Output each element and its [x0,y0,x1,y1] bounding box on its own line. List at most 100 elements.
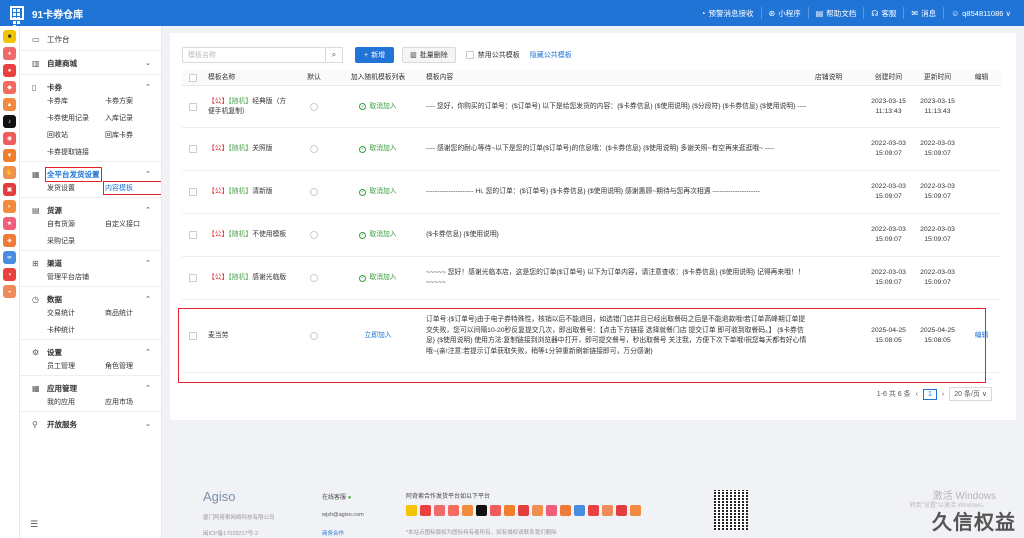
page-size-select[interactable]: 20 条/页 ∨ [949,387,992,401]
next-page-button[interactable]: › [942,391,944,398]
app-icon-12[interactable]: ★ [3,217,16,230]
footer-partner-link[interactable]: 商务合作 [322,529,344,537]
cancel-join-button[interactable]: ✓ 取消加入 [359,102,397,112]
disable-public-checkbox[interactable]: 禁用公共模板 [465,50,520,60]
sidebar-item-return-card[interactable]: 回库卡券 [105,130,161,140]
top-message-link[interactable]: ✉ 消息 [903,7,943,19]
top-miniprogram-link[interactable]: ⊛ 小程序 [760,7,808,19]
sidebar-workbench[interactable]: ▭ 工作台 [20,26,161,51]
app-icon-11[interactable]: ◐ [3,200,16,213]
add-button[interactable]: + 新增 [355,47,395,63]
app-icon-1[interactable]: ■ [3,30,16,43]
sidebar-item-roles[interactable]: 角色管理 [105,361,161,371]
app-icon-13[interactable]: ◈ [3,234,16,247]
card-icon: ▯ [32,82,37,92]
sidebar-group-source-header[interactable]: ▤ 货源 ⌃ [20,203,161,217]
top-help-link[interactable]: ▤ 帮助文档 [807,7,864,19]
sidebar-group-card: ▯ 卡券 ⌃ 卡券库 卡券方案 卡券使用记录 入库记录 回收站 回库卡券 卡券提取链… [20,75,161,162]
sidebar-group-settings: ⚙ 设置 ⌃ 员工管理 角色管理 [20,340,161,376]
default-radio[interactable] [310,188,318,196]
page-1-button[interactable]: 1 [923,388,937,400]
sidebar-item-purchase-record[interactable]: 采购记录 [47,236,105,246]
thumb-icon[interactable]: ✋ [3,166,16,179]
app-icon-3[interactable]: ● [3,64,16,77]
prev-page-button[interactable]: ‹ [916,391,918,398]
footer-icp[interactable]: 闽ICP备17029217号-2 [203,529,258,537]
row-checkbox[interactable] [189,231,197,239]
app-icon-14[interactable]: ∞ [3,251,16,264]
row-checkbox[interactable] [189,188,197,196]
tiktok-icon[interactable]: ♪ [3,115,16,128]
sidebar-item-my-apps[interactable]: 我的应用 [47,397,105,407]
sidebar-item-product-stats[interactable]: 商品统计 [105,308,161,318]
app-icon-5[interactable]: ▲ [3,98,16,111]
platform-icon-12 [560,505,571,516]
default-radio[interactable] [310,102,318,111]
sidebar-item-trade-stats[interactable]: 交易统计 [47,308,105,318]
sidebar-group-apps-header[interactable]: ▦ 应用管理 ⌃ [20,381,161,395]
row-checkbox[interactable] [189,102,197,111]
sidebar-item-app-market[interactable]: 应用市场 [105,397,161,407]
collapse-sidebar-icon[interactable]: ☰ [30,519,38,530]
join-now-button[interactable]: 立即加入 [334,331,422,341]
cancel-join-button[interactable]: ✓ 取消加入 [359,230,397,240]
default-radio[interactable] [310,231,318,239]
row-checkbox[interactable] [189,274,197,282]
sidebar-group-settings-header[interactable]: ⚙ 设置 ⌃ [20,345,161,359]
default-radio[interactable] [310,145,318,153]
search-button[interactable]: ⌕ [326,47,343,63]
footer-online-service[interactable]: 在线客服 ● [322,492,351,501]
app-icon-16[interactable]: ◒ [3,285,16,298]
sidebar-group-open[interactable]: ⚲ 开放服务 ⌄ [20,412,161,435]
sidebar-group-source: ▤ 货源 ⌃ 自有货源 自定义接口 采购记录 [20,198,161,251]
headset-icon: ☊ [871,8,879,18]
tiktok-icon [476,505,487,516]
top-alert-link[interactable]: ◔ 预警消息接收 [694,7,761,19]
app-icon-7[interactable]: ◉ [3,132,16,145]
app-icon-4[interactable]: ◆ [3,81,16,94]
select-all-checkbox[interactable] [189,74,197,82]
sidebar-item-manage-shops[interactable]: 管理平台店铺 [47,272,105,282]
platform-icon-16 [616,505,627,516]
chevron-up-icon: ⌃ [145,171,151,178]
sidebar-group-delivery-header[interactable]: ▦ 全平台发货设置 ⌃ [20,166,161,182]
sidebar-item-card-usage[interactable]: 卡券使用记录 [47,113,105,123]
default-radio[interactable] [310,274,318,282]
sidebar-item-staff[interactable]: 员工管理 [47,361,105,371]
default-radio[interactable] [310,332,318,340]
sidebar-group-channel-header[interactable]: ⊞ 渠道 ⌃ [20,256,161,270]
batch-delete-button[interactable]: ▥ 批量删除 [402,47,456,63]
sidebar-item-custom-api[interactable]: 自定义接口 [105,219,161,229]
sidebar-item-card-stats[interactable]: 卡种统计 [47,325,105,335]
top-service-link[interactable]: ☊ 客服 [863,7,903,19]
sidebar-item-stock-record[interactable]: 入库记录 [105,113,161,123]
cancel-join-button[interactable]: ✓ 取消加入 [359,273,397,283]
store-icon[interactable]: ▣ [3,183,16,196]
app-icon-15[interactable]: ◑ [3,268,16,281]
hide-public-link[interactable]: 隐藏公共模板 [530,50,572,60]
check-circle-icon: ✓ [359,103,367,110]
app-icon-8[interactable]: ▼ [3,149,16,162]
sidebar-group-mall[interactable]: ▥ 自建商城 ⌄ [20,51,161,75]
row-checkbox[interactable] [189,332,197,340]
cancel-join-button[interactable]: ✓ 取消加入 [359,187,397,197]
updated-time: 2022-03-03 15:09:07 [920,269,955,286]
sidebar-item-recycle[interactable]: 回收站 [47,130,105,140]
shop-icon: ▥ [32,58,40,68]
sidebar-group-data-header[interactable]: ◷ 数据 ⌃ [20,292,161,306]
edit-link[interactable]: 编辑 [962,331,1001,341]
search-input[interactable]: 模板名称 [182,47,326,63]
top-user-menu[interactable]: ☺ q854811086 ∨ [943,7,1018,19]
sidebar-item-own-source[interactable]: 自有货源 [47,219,105,229]
sidebar-item-content-template[interactable]: 内容模板 [103,181,161,195]
sidebar-item-card-plan[interactable]: 卡券方案 [105,96,161,106]
sidebar-item-extract-link[interactable]: 卡券提取链接 [47,147,105,157]
sidebar-group-card-header[interactable]: ▯ 卡券 ⌃ [20,80,161,94]
sidebar-item-card-library[interactable]: 卡券库 [47,96,105,106]
sidebar-item-delivery-settings[interactable]: 发货设置 [47,183,105,193]
cancel-join-button[interactable]: ✓ 取消加入 [359,144,397,154]
app-icon-2[interactable]: ♦ [3,47,16,60]
row-checkbox[interactable] [189,145,197,153]
footer-brand: Agiso [203,489,236,504]
chevron-up-icon: ⌃ [145,84,151,91]
